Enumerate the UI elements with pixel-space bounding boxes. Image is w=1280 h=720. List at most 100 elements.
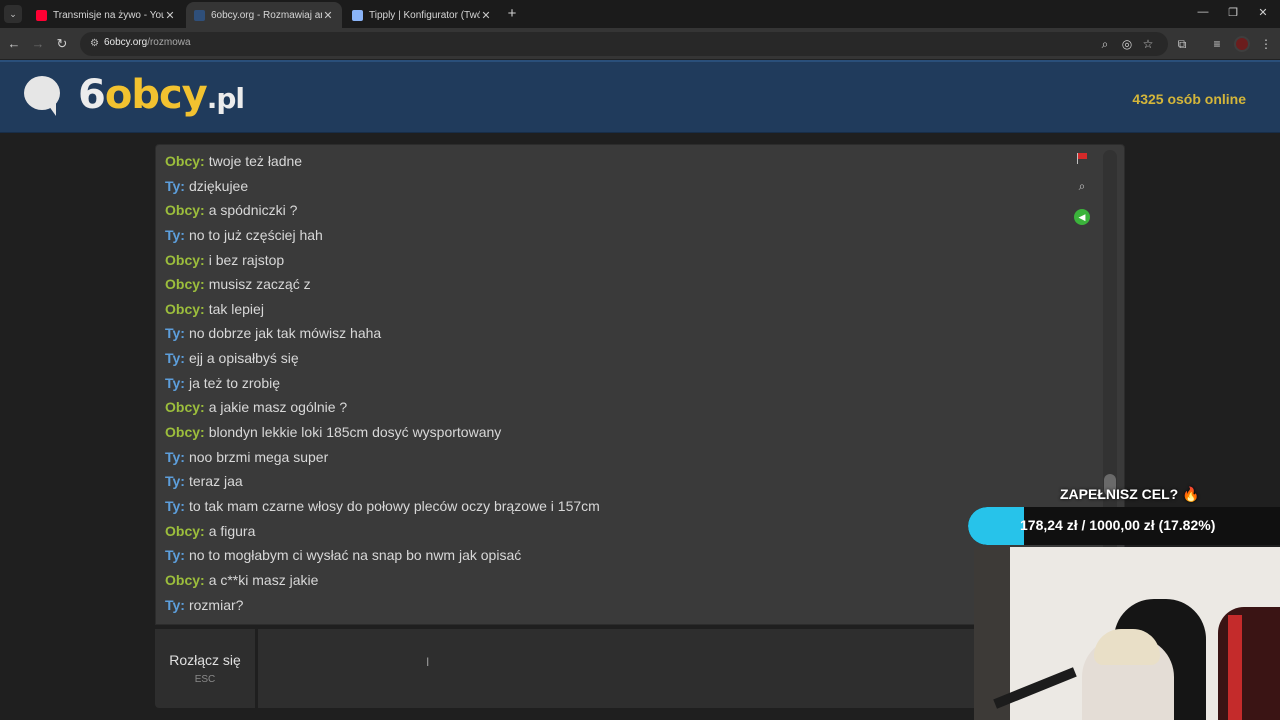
message-text: musisz zacząć z: [208, 276, 311, 293]
message-text: dziękujee: [188, 177, 249, 194]
sender-stranger-label: Obcy:: [165, 424, 205, 441]
site-info-icon[interactable]: ⚙: [88, 37, 101, 50]
playlist-icon[interactable]: ≡: [1209, 36, 1225, 52]
sender-you-label: Ty:: [165, 350, 185, 367]
chat-message: Obcy: blondyn lekkie loki 185cm dosyć wys…: [165, 420, 1085, 445]
profile-avatar[interactable]: [1234, 36, 1250, 52]
extensions-icon[interactable]: ⧉: [1174, 36, 1190, 52]
sender-you-label: Ty:: [165, 497, 185, 514]
report-flag-icon[interactable]: [1076, 152, 1088, 164]
sender-you-label: Ty:: [165, 177, 185, 194]
menu-icon[interactable]: ⋮: [1258, 36, 1274, 52]
sender-stranger-label: Obcy:: [165, 300, 205, 317]
sender-stranger-label: Obcy:: [165, 522, 205, 539]
restore-icon[interactable]: ❐: [1226, 6, 1240, 19]
chat-message: Ty: no dobrze jak tak mówisz haha: [165, 321, 1085, 346]
tab-6obcy[interactable]: 6obcy.org - Rozmawiaj anonimowo ✕: [186, 2, 342, 28]
message-text: rozmiar?: [188, 596, 244, 613]
message-text: teraz jaa: [188, 473, 243, 490]
chat-message: Ty: rozmiar?: [165, 593, 1085, 618]
message-text: twoje też ładne: [208, 153, 303, 169]
reload-icon[interactable]: ↻: [54, 36, 70, 52]
tab-search-chevron-icon[interactable]: ⌄: [4, 5, 22, 23]
message-text: noo brzmi mega super: [188, 448, 329, 465]
sound-on-icon[interactable]: ◀: [1074, 209, 1090, 225]
goal-text: 178,24 zł / 1000,00 zł (17.82%): [1020, 517, 1216, 533]
chat-message: Ty: dziękujee: [165, 174, 1085, 199]
sender-you-label: Ty:: [165, 374, 185, 391]
chat-message: Ty: ejj a opisałbyś się: [165, 346, 1085, 371]
6obcy-favicon-icon: [194, 9, 205, 21]
sender-stranger-label: Obcy:: [165, 399, 205, 416]
message-text: ejj a opisałbyś się: [188, 350, 299, 367]
flame-icon: 🔥: [1182, 486, 1200, 502]
close-tab-icon[interactable]: ✕: [164, 9, 176, 22]
disconnect-button[interactable]: Rozłącz się ESC: [155, 629, 255, 708]
zoom-icon[interactable]: ⌕: [1097, 36, 1113, 52]
logo-bubble-tail: [46, 102, 56, 116]
text-cursor-icon: I: [426, 655, 430, 669]
webcam-feed: [974, 547, 1280, 720]
eye-off-icon[interactable]: ◎: [1119, 36, 1135, 52]
chat-message: Obcy: tak lepiej: [165, 297, 1085, 322]
minimize-icon[interactable]: —: [1196, 6, 1210, 18]
chat-message: Ty: ja też to zrobię: [165, 371, 1085, 396]
tipply-favicon-icon: [352, 9, 363, 21]
webcam-person-hair: [1094, 629, 1160, 665]
browser-toolbar: ← → ↻ ⚙ 6obcy.org/rozmowa ⌕ ◎ ☆ ⧉ ≡ ⋮: [0, 28, 1280, 60]
chat-message: Obcy: a c**ki masz jakie: [165, 568, 1085, 593]
goal-progress-fill: [968, 507, 1024, 545]
online-count: 4325 osób online: [1132, 91, 1246, 107]
magnifier-icon[interactable]: ⌕: [1075, 179, 1089, 193]
sender-you-label: Ty:: [165, 325, 185, 342]
tab-title: Tipply | Konfigurator (Twój cel): [369, 9, 480, 21]
tab-tipply[interactable]: Tipply | Konfigurator (Twój cel) ✕: [344, 2, 500, 28]
site-logo[interactable]: 6obcy.pl: [78, 72, 245, 118]
message-text: i bez rajstop: [208, 251, 285, 268]
sender-you-label: Ty:: [165, 226, 185, 243]
sender-you-label: Ty:: [165, 448, 185, 465]
tab-youtube-studio[interactable]: Transmisje na żywo - YouTube Studio ✕: [28, 2, 184, 28]
message-text: a spódniczki ?: [208, 202, 298, 219]
sender-you-label: Ty:: [165, 596, 185, 613]
url-text[interactable]: 6obcy.org/rozmowa: [104, 37, 191, 48]
chat-message: Obcy: a spódniczki ?: [165, 198, 1085, 223]
message-text: tak lepiej: [208, 300, 264, 317]
message-text: blondyn lekkie loki 185cm dosyć wysporto…: [208, 424, 502, 441]
sender-you-label: Ty:: [165, 547, 185, 564]
address-bar[interactable]: ⚙ 6obcy.org/rozmowa: [80, 32, 1168, 56]
chat-message: Obcy: twoje też ładne: [165, 149, 1085, 174]
sender-stranger-label: Obcy:: [165, 571, 205, 588]
window-close-icon[interactable]: ✕: [1256, 6, 1270, 19]
sender-you-label: Ty:: [165, 473, 185, 490]
goal-title: ZAPEŁNISZ CEL? 🔥: [1060, 486, 1200, 502]
chat-message: Obcy: i bez rajstop: [165, 248, 1085, 273]
browser-tab-strip: ⌄ Transmisje na żywo - YouTube Studio ✕ …: [0, 0, 1280, 28]
youtube-favicon-icon: [36, 9, 47, 21]
chat-message: Ty: noo brzmi mega super: [165, 445, 1085, 470]
chat-message: Ty: no to już częściej hah: [165, 223, 1085, 248]
tab-title: 6obcy.org - Rozmawiaj anonimowo: [211, 9, 322, 21]
sender-stranger-label: Obcy:: [165, 276, 205, 293]
close-tab-icon[interactable]: ✕: [322, 9, 334, 22]
close-tab-icon[interactable]: ✕: [480, 9, 492, 22]
chat-message: Ty: no to mogłabym ci wysłać na snap bo n…: [165, 543, 1085, 568]
disconnect-label: Rozłącz się: [169, 652, 241, 668]
webcam-gaming-chair: [1218, 607, 1280, 720]
chat-message: Obcy: musisz zacząć z: [165, 272, 1085, 297]
site-header: 6obcy.pl 4325 osób online: [0, 60, 1280, 133]
star-icon[interactable]: ☆: [1140, 36, 1156, 52]
message-text: a c**ki masz jakie: [208, 571, 319, 588]
forward-icon[interactable]: →: [30, 36, 46, 52]
new-tab-icon[interactable]: +: [504, 5, 520, 23]
sender-stranger-label: Obcy:: [165, 251, 205, 268]
chat-message: Obcy: a jakie masz ogólnie ?: [165, 395, 1085, 420]
message-text: a figura: [208, 522, 256, 539]
chat-message: Ty: teraz jaa: [165, 469, 1085, 494]
message-text: no to już częściej hah: [188, 226, 323, 243]
sender-stranger-label: Obcy:: [165, 153, 205, 169]
chat-message: Obcy: a figura: [165, 519, 1085, 544]
tab-title: Transmisje na żywo - YouTube Studio: [53, 9, 164, 21]
disconnect-shortcut: ESC: [194, 674, 216, 685]
back-icon[interactable]: ←: [6, 36, 22, 52]
